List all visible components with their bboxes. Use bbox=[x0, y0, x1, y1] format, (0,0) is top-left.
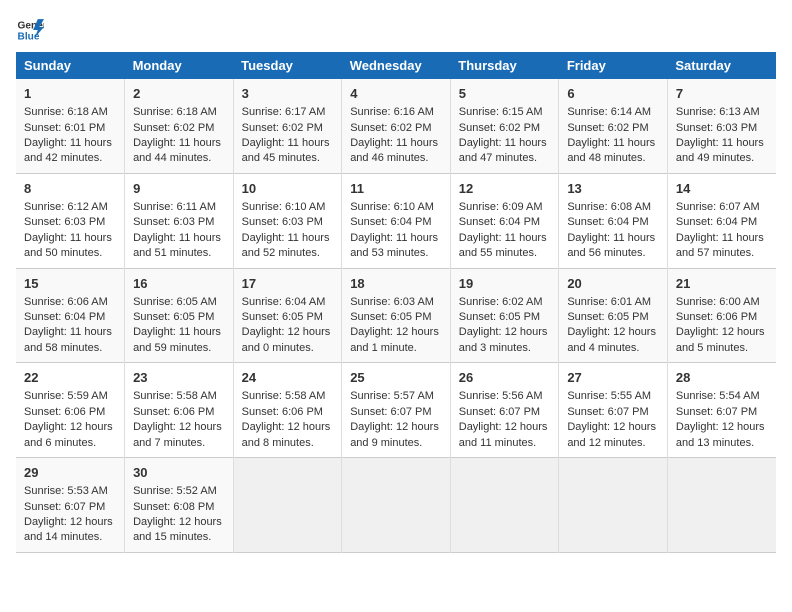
col-header-friday: Friday bbox=[559, 52, 668, 79]
col-header-monday: Monday bbox=[125, 52, 234, 79]
week-row-5: 29Sunrise: 5:53 AMSunset: 6:07 PMDayligh… bbox=[16, 458, 776, 553]
col-header-wednesday: Wednesday bbox=[342, 52, 451, 79]
day-number: 1 bbox=[24, 85, 116, 103]
day-number: 12 bbox=[459, 180, 551, 198]
col-header-saturday: Saturday bbox=[667, 52, 776, 79]
calendar-cell: 1Sunrise: 6:18 AMSunset: 6:01 PMDaylight… bbox=[16, 79, 125, 173]
calendar-cell: 17Sunrise: 6:04 AMSunset: 6:05 PMDayligh… bbox=[233, 268, 342, 363]
calendar-cell bbox=[450, 458, 559, 553]
week-row-3: 15Sunrise: 6:06 AMSunset: 6:04 PMDayligh… bbox=[16, 268, 776, 363]
week-row-4: 22Sunrise: 5:59 AMSunset: 6:06 PMDayligh… bbox=[16, 363, 776, 458]
header-row: SundayMondayTuesdayWednesdayThursdayFrid… bbox=[16, 52, 776, 79]
calendar-cell: 25Sunrise: 5:57 AMSunset: 6:07 PMDayligh… bbox=[342, 363, 451, 458]
calendar-cell: 18Sunrise: 6:03 AMSunset: 6:05 PMDayligh… bbox=[342, 268, 451, 363]
calendar-cell: 21Sunrise: 6:00 AMSunset: 6:06 PMDayligh… bbox=[667, 268, 776, 363]
day-number: 28 bbox=[676, 369, 768, 387]
calendar-cell: 19Sunrise: 6:02 AMSunset: 6:05 PMDayligh… bbox=[450, 268, 559, 363]
calendar-cell: 10Sunrise: 6:10 AMSunset: 6:03 PMDayligh… bbox=[233, 173, 342, 268]
day-number: 3 bbox=[242, 85, 334, 103]
calendar-cell: 24Sunrise: 5:58 AMSunset: 6:06 PMDayligh… bbox=[233, 363, 342, 458]
col-header-sunday: Sunday bbox=[16, 52, 125, 79]
day-number: 15 bbox=[24, 275, 116, 293]
calendar-cell: 28Sunrise: 5:54 AMSunset: 6:07 PMDayligh… bbox=[667, 363, 776, 458]
calendar-cell: 12Sunrise: 6:09 AMSunset: 6:04 PMDayligh… bbox=[450, 173, 559, 268]
day-number: 7 bbox=[676, 85, 768, 103]
day-number: 21 bbox=[676, 275, 768, 293]
day-number: 30 bbox=[133, 464, 225, 482]
day-number: 18 bbox=[350, 275, 442, 293]
calendar-cell: 29Sunrise: 5:53 AMSunset: 6:07 PMDayligh… bbox=[16, 458, 125, 553]
day-number: 23 bbox=[133, 369, 225, 387]
col-header-tuesday: Tuesday bbox=[233, 52, 342, 79]
calendar-cell: 16Sunrise: 6:05 AMSunset: 6:05 PMDayligh… bbox=[125, 268, 234, 363]
logo-icon: General Blue bbox=[16, 16, 44, 44]
logo: General Blue bbox=[16, 16, 44, 44]
svg-text:Blue: Blue bbox=[18, 31, 40, 42]
calendar-cell bbox=[559, 458, 668, 553]
day-number: 27 bbox=[567, 369, 659, 387]
calendar-cell: 4Sunrise: 6:16 AMSunset: 6:02 PMDaylight… bbox=[342, 79, 451, 173]
calendar-cell: 30Sunrise: 5:52 AMSunset: 6:08 PMDayligh… bbox=[125, 458, 234, 553]
day-number: 29 bbox=[24, 464, 116, 482]
calendar-cell: 26Sunrise: 5:56 AMSunset: 6:07 PMDayligh… bbox=[450, 363, 559, 458]
calendar-table: SundayMondayTuesdayWednesdayThursdayFrid… bbox=[16, 52, 776, 553]
week-row-1: 1Sunrise: 6:18 AMSunset: 6:01 PMDaylight… bbox=[16, 79, 776, 173]
day-number: 19 bbox=[459, 275, 551, 293]
calendar-cell: 14Sunrise: 6:07 AMSunset: 6:04 PMDayligh… bbox=[667, 173, 776, 268]
calendar-cell: 27Sunrise: 5:55 AMSunset: 6:07 PMDayligh… bbox=[559, 363, 668, 458]
calendar-cell: 23Sunrise: 5:58 AMSunset: 6:06 PMDayligh… bbox=[125, 363, 234, 458]
calendar-cell bbox=[342, 458, 451, 553]
day-number: 2 bbox=[133, 85, 225, 103]
calendar-cell: 8Sunrise: 6:12 AMSunset: 6:03 PMDaylight… bbox=[16, 173, 125, 268]
day-number: 22 bbox=[24, 369, 116, 387]
col-header-thursday: Thursday bbox=[450, 52, 559, 79]
day-number: 26 bbox=[459, 369, 551, 387]
day-number: 24 bbox=[242, 369, 334, 387]
calendar-cell: 5Sunrise: 6:15 AMSunset: 6:02 PMDaylight… bbox=[450, 79, 559, 173]
day-number: 13 bbox=[567, 180, 659, 198]
day-number: 16 bbox=[133, 275, 225, 293]
calendar-cell: 2Sunrise: 6:18 AMSunset: 6:02 PMDaylight… bbox=[125, 79, 234, 173]
day-number: 14 bbox=[676, 180, 768, 198]
calendar-cell: 3Sunrise: 6:17 AMSunset: 6:02 PMDaylight… bbox=[233, 79, 342, 173]
calendar-cell: 7Sunrise: 6:13 AMSunset: 6:03 PMDaylight… bbox=[667, 79, 776, 173]
calendar-cell bbox=[233, 458, 342, 553]
calendar-cell bbox=[667, 458, 776, 553]
calendar-cell: 11Sunrise: 6:10 AMSunset: 6:04 PMDayligh… bbox=[342, 173, 451, 268]
day-number: 25 bbox=[350, 369, 442, 387]
calendar-cell: 9Sunrise: 6:11 AMSunset: 6:03 PMDaylight… bbox=[125, 173, 234, 268]
page-header: General Blue bbox=[16, 16, 776, 44]
day-number: 5 bbox=[459, 85, 551, 103]
day-number: 17 bbox=[242, 275, 334, 293]
day-number: 4 bbox=[350, 85, 442, 103]
calendar-cell: 13Sunrise: 6:08 AMSunset: 6:04 PMDayligh… bbox=[559, 173, 668, 268]
calendar-cell: 20Sunrise: 6:01 AMSunset: 6:05 PMDayligh… bbox=[559, 268, 668, 363]
day-number: 9 bbox=[133, 180, 225, 198]
day-number: 6 bbox=[567, 85, 659, 103]
day-number: 11 bbox=[350, 180, 442, 198]
calendar-cell: 6Sunrise: 6:14 AMSunset: 6:02 PMDaylight… bbox=[559, 79, 668, 173]
calendar-cell: 15Sunrise: 6:06 AMSunset: 6:04 PMDayligh… bbox=[16, 268, 125, 363]
day-number: 8 bbox=[24, 180, 116, 198]
calendar-cell: 22Sunrise: 5:59 AMSunset: 6:06 PMDayligh… bbox=[16, 363, 125, 458]
day-number: 20 bbox=[567, 275, 659, 293]
day-number: 10 bbox=[242, 180, 334, 198]
week-row-2: 8Sunrise: 6:12 AMSunset: 6:03 PMDaylight… bbox=[16, 173, 776, 268]
